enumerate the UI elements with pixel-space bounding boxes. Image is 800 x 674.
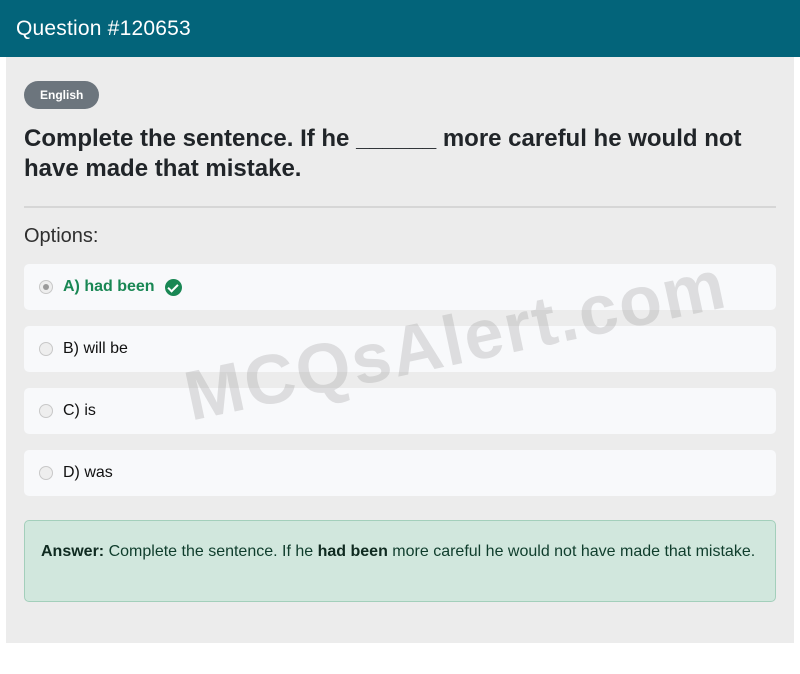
option-c[interactable]: C) is <box>24 388 776 434</box>
radio-button-d[interactable] <box>39 466 53 480</box>
page-header: Question #120653 <box>0 0 800 57</box>
option-a[interactable]: A) had been <box>24 264 776 310</box>
option-d[interactable]: D) was <box>24 450 776 496</box>
option-b[interactable]: B) will be <box>24 326 776 372</box>
divider <box>24 206 776 208</box>
answer-prefix: Answer: <box>41 543 105 560</box>
answer-text-before: Complete the sentence. If he <box>108 543 314 560</box>
category-badge[interactable]: English <box>24 81 100 109</box>
answer-highlight: had been <box>317 543 388 560</box>
option-label-d: D) was <box>63 464 113 481</box>
option-label-a: A) had been <box>63 278 155 295</box>
check-circle-icon <box>164 278 182 296</box>
page-title: Question #120653 <box>16 16 191 40</box>
option-label-b: B) will be <box>63 340 128 357</box>
option-label-c: C) is <box>63 402 96 419</box>
answer-box: Answer: Complete the sentence. If he had… <box>24 520 776 602</box>
answer-text-after: more careful he would not have made that… <box>392 543 756 560</box>
question-text: Complete the sentence. If he ______ more… <box>24 125 742 182</box>
radio-button-b[interactable] <box>39 342 53 356</box>
options-label: Options: <box>24 225 99 247</box>
radio-button-c[interactable] <box>39 404 53 418</box>
radio-button-a[interactable] <box>39 280 53 294</box>
